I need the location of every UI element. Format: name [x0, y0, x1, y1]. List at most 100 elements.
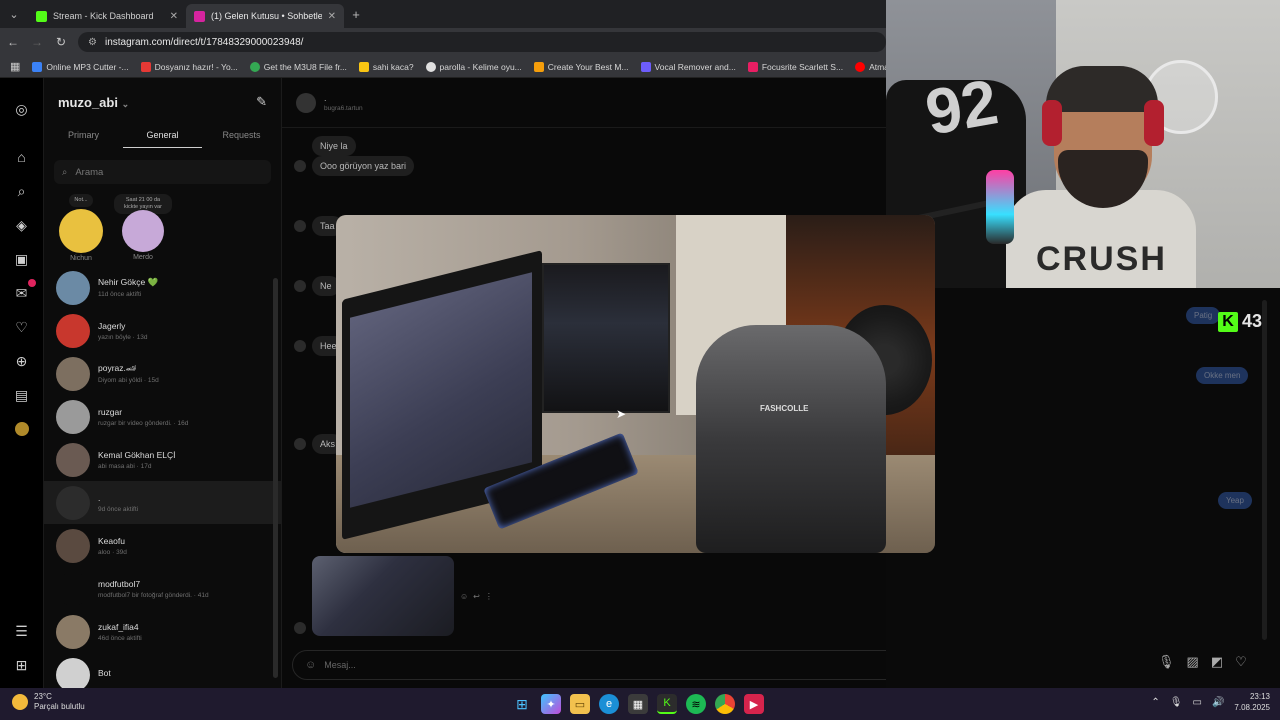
- search-icon[interactable]: ⌕: [11, 180, 33, 202]
- avatar: [294, 340, 306, 352]
- bookmark-favicon-icon: [855, 61, 866, 72]
- heart-icon[interactable]: ♡: [11, 316, 33, 338]
- menu-icon[interactable]: ☰: [11, 620, 33, 642]
- home-icon[interactable]: ⌂: [11, 146, 33, 168]
- microphone-tray-icon[interactable]: 🎙: [1170, 697, 1183, 708]
- tab-kick-dashboard[interactable]: Stream - Kick Dashboard ✕: [28, 4, 186, 28]
- edge-browser-icon[interactable]: e: [599, 694, 619, 714]
- tab-requests[interactable]: Requests: [202, 126, 281, 148]
- rgb-microphone: [986, 170, 1014, 244]
- photo-viewer[interactable]: FASHCOLLE ➤: [336, 215, 935, 553]
- kick-app-icon[interactable]: K: [657, 694, 677, 714]
- bookmark-label: Get the M3U8 File fr...: [263, 61, 347, 72]
- image-icon[interactable]: ▨: [1187, 654, 1199, 670]
- close-icon[interactable]: ✕: [328, 11, 336, 22]
- conversation-item[interactable]: Jagerly yazın böyle · 13d: [44, 309, 281, 352]
- conversation-text: Nehir Gökçe 💚 11d önce aktifti: [98, 277, 158, 298]
- outgoing-message: Okke men: [1196, 367, 1249, 384]
- instagram-nav-rail: ◎ ⌂ ⌕ ◈ ▣ ✉ ♡ ⊕ ▤ ☰ ⊞: [0, 78, 44, 688]
- conversation-item[interactable]: zukaf_ifia4 46d önce aktifti: [44, 610, 281, 653]
- dashboard-icon[interactable]: ▤: [11, 384, 33, 406]
- conversation-item[interactable]: ruzgar ruzgar bir video gönderdi. · 16d: [44, 395, 281, 438]
- reload-icon[interactable]: ↻: [54, 35, 68, 49]
- new-message-icon[interactable]: ✎: [256, 94, 267, 110]
- url-field[interactable]: ⚙ instagram.com/direct/t/178483290000239…: [78, 32, 886, 52]
- spotify-icon[interactable]: ≋: [686, 694, 706, 714]
- avatar: [56, 657, 90, 692]
- chevron-up-icon[interactable]: ⌃: [1151, 697, 1159, 708]
- conversation-item[interactable]: Kemal Gökhan ELÇİ abi masa abi · 17d: [44, 438, 281, 481]
- tab-title: (1) Gelen Kutusu • Sohbetler: [211, 11, 322, 21]
- instagram-favicon-icon: [194, 10, 205, 22]
- avatar: [56, 442, 90, 477]
- reply-icon[interactable]: ↩: [473, 592, 480, 601]
- conversation-scrollbar[interactable]: [273, 278, 278, 678]
- conversation-item[interactable]: modfutbol7 modfutbol7 bir fotoğraf gönder…: [44, 567, 281, 610]
- explore-icon[interactable]: ◈: [11, 214, 33, 236]
- tab-search-icon[interactable]: ⌄: [0, 0, 28, 28]
- bookmark-item[interactable]: parolla - Kelime oyu...: [425, 61, 522, 72]
- chat-contact-handle: bugra6.tartun: [324, 105, 363, 112]
- heart-icon[interactable]: ♡: [1235, 654, 1247, 670]
- create-plus-icon[interactable]: ⊕: [11, 350, 33, 372]
- close-icon[interactable]: ✕: [170, 11, 178, 22]
- bookmark-favicon-icon: [140, 61, 151, 72]
- kick-logo-icon: K: [1218, 311, 1238, 332]
- instagram-logo-icon[interactable]: ◎: [11, 98, 33, 120]
- bookmark-item[interactable]: Get the M3U8 File fr...: [249, 61, 347, 72]
- tab-primary[interactable]: Primary: [44, 126, 123, 148]
- conversation-item[interactable]: Nehir Gökçe 💚 11d önce aktifti: [44, 266, 281, 309]
- bookmark-item[interactable]: Create Your Best M...: [533, 61, 629, 72]
- chevron-down-icon: ⌄: [121, 98, 130, 109]
- bookmark-item[interactable]: Vocal Remover and...: [640, 61, 736, 72]
- photo-gaming-chair: [696, 325, 886, 553]
- note-item[interactable]: Not... Nichun: [58, 194, 104, 262]
- account-username[interactable]: muzo_abi ⌄: [58, 95, 129, 110]
- chrome-icon[interactable]: [715, 694, 735, 714]
- weather-temperature: 23°C: [34, 692, 52, 701]
- react-emoji-icon[interactable]: ☺: [460, 592, 468, 601]
- conversation-item[interactable]: Keaofu aloo · 39d: [44, 524, 281, 567]
- emoji-icon[interactable]: ☺: [305, 659, 316, 671]
- volume-icon[interactable]: 🔊: [1212, 697, 1224, 708]
- reels-icon[interactable]: ▣: [11, 248, 33, 270]
- photo-message-thumbnail[interactable]: [312, 556, 454, 636]
- forward-arrow-icon[interactable]: →: [30, 35, 44, 49]
- apps-grid-icon[interactable]: ▦: [10, 60, 20, 73]
- windows-start-icon[interactable]: ⊞: [512, 694, 532, 714]
- note-item[interactable]: Saat 21 00 da kickte yayın var Merdo: [114, 194, 172, 261]
- conversation-preview: 46d önce aktifti: [98, 634, 142, 642]
- weather-widget[interactable]: 23°C Parçalı bulutlu: [12, 692, 85, 713]
- messages-icon[interactable]: ✉: [11, 279, 36, 304]
- microphone-icon[interactable]: 🎙: [1158, 654, 1175, 670]
- avatar: [294, 438, 306, 450]
- new-tab-plus-icon[interactable]: +: [344, 7, 368, 22]
- media-player-icon[interactable]: ▶: [744, 694, 764, 714]
- sticker-icon[interactable]: ◩: [1211, 654, 1223, 670]
- chat-header[interactable]: . bugra6.tartun: [282, 78, 886, 128]
- conversation-item[interactable]: . 9d önce aktifti: [44, 481, 281, 524]
- bookmark-item[interactable]: sahi kaca?: [358, 61, 414, 72]
- conversation-list: Nehir Gökçe 💚 11d önce aktifti Jagerly yazı…: [44, 266, 281, 696]
- search-input[interactable]: ⌕ Arama: [54, 160, 271, 184]
- site-info-icon[interactable]: ⚙: [88, 37, 97, 48]
- microsoft-store-icon[interactable]: ▦: [628, 694, 648, 714]
- profile-avatar-icon[interactable]: [11, 418, 33, 440]
- conversation-item[interactable]: poyraz.🏎 Diyom abi yöldi · 15d: [44, 352, 281, 395]
- bookmark-item[interactable]: Atma - YouTu: [855, 61, 886, 72]
- tab-instagram-inbox[interactable]: (1) Gelen Kutusu • Sohbetler ✕: [186, 4, 344, 28]
- clock[interactable]: 23:13 7.08.2025: [1234, 692, 1270, 714]
- back-arrow-icon[interactable]: ←: [6, 35, 20, 49]
- apps-icon[interactable]: ⊞: [11, 654, 33, 676]
- conversation-text: Jagerly yazın böyle · 13d: [98, 321, 148, 341]
- more-options-icon[interactable]: ⋮: [485, 592, 493, 601]
- bookmark-item[interactable]: Dosyanız hazır! - Yo...: [140, 61, 238, 72]
- chat-scrollbar[interactable]: [1262, 300, 1267, 640]
- bookmark-item[interactable]: Online MP3 Cutter -...: [32, 61, 129, 72]
- copilot-icon[interactable]: ✦: [541, 694, 561, 714]
- conversation-preview: Diyom abi yöldi · 15d: [98, 377, 159, 384]
- file-explorer-icon[interactable]: ▭: [570, 694, 590, 714]
- display-icon[interactable]: ▭: [1193, 697, 1202, 708]
- bookmark-item[interactable]: Focusrite Scarlett S...: [747, 61, 843, 72]
- tab-general[interactable]: General: [123, 126, 202, 148]
